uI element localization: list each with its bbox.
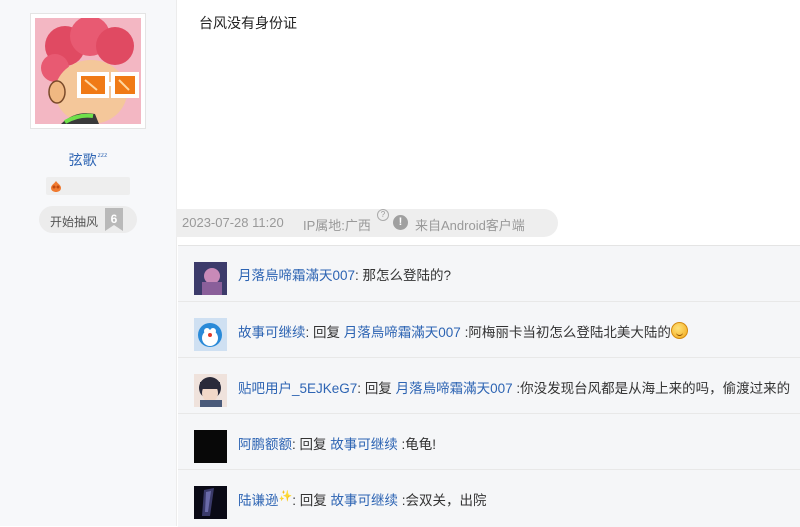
comment-body: :你没发现台风都是从海上来的吗，偷渡过来的 xyxy=(512,381,791,396)
reply-target[interactable]: 月落烏啼霜滿天007 xyxy=(344,325,461,340)
post-timestamp: 2023-07-28 11:20 xyxy=(182,215,284,230)
commenter-avatar[interactable] xyxy=(194,262,227,295)
commenter-avatar[interactable] xyxy=(194,486,227,519)
comment-item: 故事可继续: 回复 月落烏啼霜滿天007 :阿梅丽卡当初怎么登陆北美大陆的 xyxy=(178,302,800,358)
comment-item: 月落烏啼霜滿天007: 那怎么登陆的? xyxy=(178,246,800,302)
comment-text: 月落烏啼霜滿天007: 那怎么登陆的? xyxy=(238,264,451,284)
commenter-name[interactable]: 阿鹏额额 xyxy=(238,437,292,452)
reply-word: 回复 xyxy=(299,493,331,508)
separator: : xyxy=(292,493,300,508)
comment-item: 贴吧用户_5EJKeG7: 回复 月落烏啼霜滿天007 :你没发现台风都是从海上… xyxy=(178,358,800,414)
separator: : xyxy=(355,268,363,283)
comment-body: :阿梅丽卡当初怎么登陆北美大陆的 xyxy=(460,325,671,340)
lottery-count-badge: 6 xyxy=(105,208,123,231)
client-source: 来自Android客户端 xyxy=(415,218,525,233)
sparkle-icon: ✨ xyxy=(278,490,293,503)
avatar-image xyxy=(35,18,141,124)
reply-word: 回复 xyxy=(364,381,396,396)
author-username-text[interactable]: 弦歌 xyxy=(69,152,97,168)
lottery-label: 开始抽风 xyxy=(50,215,99,229)
grin-emoji-icon xyxy=(670,322,688,339)
ip-location: IP属地:广西 xyxy=(303,218,371,233)
comment-text: 陆谦逊✨: 回复 故事可继续 :会双关，出院 xyxy=(238,489,487,509)
author-avatar[interactable] xyxy=(30,13,146,129)
reply-word: 回复 xyxy=(313,325,344,340)
post-content: 台风没有身份证 xyxy=(199,15,297,31)
post-meta-bar: 2023-07-28 11:20 IP属地:广西 ? ! 来自Android客户… xyxy=(176,209,558,237)
commenter-name[interactable]: 贴吧用户_5EJKeG7 xyxy=(238,381,357,396)
author-username[interactable]: 弦歌ᶻᶻᶻ xyxy=(0,150,176,170)
comment-body: 那怎么登陆的? xyxy=(362,268,452,283)
commenter-avatar[interactable] xyxy=(194,430,227,463)
help-icon[interactable]: ? xyxy=(377,209,389,221)
member-medal-bar xyxy=(46,177,130,195)
comment-list: 月落烏啼霜滿天007: 那怎么登陆的? 故事可继续: 回复 月落烏啼霜滿天007… xyxy=(178,245,800,527)
reply-target[interactable]: 故事可继续 xyxy=(330,437,398,452)
comment-body: :会双关，出院 xyxy=(397,493,487,508)
separator: : xyxy=(357,381,365,396)
reply-word: 回复 xyxy=(299,437,331,452)
comment-text: 贴吧用户_5EJKeG7: 回复 月落烏啼霜滿天007 :你没发现台风都是从海上… xyxy=(238,377,790,397)
separator: : xyxy=(292,437,300,452)
comment-text: 故事可继续: 回复 月落烏啼霜滿天007 :阿梅丽卡当初怎么登陆北美大陆的 xyxy=(238,321,688,341)
commenter-avatar[interactable] xyxy=(194,374,227,407)
comment-item: 陆谦逊✨: 回复 故事可继续 :会双关，出院 xyxy=(178,470,800,526)
report-icon[interactable]: ! xyxy=(393,215,408,230)
avatar-image xyxy=(194,374,227,407)
comment-text: 阿鹏额额: 回复 故事可继续 :龟龟! xyxy=(238,433,436,453)
avatar-image xyxy=(194,318,227,351)
reply-target[interactable]: 故事可继续 xyxy=(330,493,398,508)
avatar-image xyxy=(194,486,227,519)
commenter-name[interactable]: 月落烏啼霜滿天007 xyxy=(238,268,355,283)
reply-target[interactable]: 月落烏啼霜滿天007 xyxy=(396,381,513,396)
author-panel: 弦歌ᶻᶻᶻ 开始抽风 6 xyxy=(0,0,177,526)
commenter-name[interactable]: 陆谦逊 xyxy=(238,493,279,508)
commenter-name[interactable]: 故事可继续 xyxy=(238,325,306,340)
avatar-image xyxy=(194,262,227,295)
lottery-count: 6 xyxy=(110,212,118,226)
commenter-avatar[interactable] xyxy=(194,318,227,351)
sleep-icon: ᶻᶻᶻ xyxy=(97,151,108,162)
lottery-button[interactable]: 开始抽风 6 xyxy=(39,206,137,233)
separator: : xyxy=(305,325,314,340)
comment-item: 阿鹏额额: 回复 故事可继续 :龟龟! xyxy=(178,414,800,470)
comment-body: :龟龟! xyxy=(397,437,437,452)
flame-medal-icon xyxy=(51,181,61,192)
